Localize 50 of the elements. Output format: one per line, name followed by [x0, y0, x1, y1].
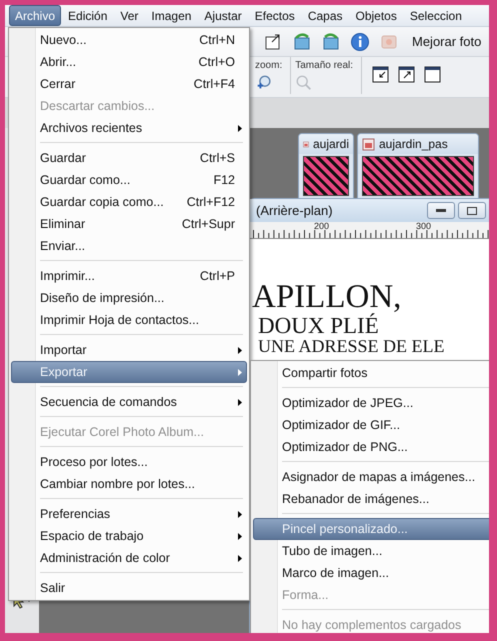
image-window-title: aujardi	[312, 137, 349, 151]
menu-item[interactable]: Espacio de trabajo	[11, 525, 247, 547]
menubar-item[interactable]: Ver	[114, 5, 144, 26]
menubar-item[interactable]: Objetos	[350, 5, 403, 26]
menu-item[interactable]: Guardar Ctrl+S	[11, 147, 247, 169]
actual-size-label: Tamaño real:	[295, 60, 354, 71]
menu-item[interactable]: Rebanador de imágenes...	[253, 488, 489, 510]
menu-item[interactable]: Administración de color	[11, 547, 247, 569]
enhance-photo-label[interactable]: Mejorar foto	[412, 34, 482, 49]
menu-item[interactable]: Abrir... Ctrl+O	[11, 51, 247, 73]
menu-item[interactable]: Imprimir... Ctrl+P	[11, 265, 247, 287]
menubar-item[interactable]: Seleccion	[404, 5, 468, 26]
menubar-item[interactable]: Efectos	[248, 5, 301, 26]
menu-item[interactable]: Tubo de imagen...	[253, 540, 489, 562]
canvas-text: UNE ADRESSE DE ELE	[258, 337, 444, 355]
menubar-item[interactable]: Ajustar	[198, 5, 248, 26]
menu-item[interactable]: Diseño de impresión...	[11, 287, 247, 309]
image-window-title: aujardin_pas	[379, 137, 448, 151]
menu-item[interactable]: Preferencias	[11, 503, 247, 525]
menu-item[interactable]: Cerrar Ctrl+F4	[11, 73, 247, 95]
menu-item[interactable]: Enviar...	[11, 235, 247, 257]
menu-item[interactable]: Imprimir Hoja de contactos...	[11, 309, 247, 331]
menu-item[interactable]: Optimizador de PNG...	[253, 436, 489, 458]
menu-item[interactable]: Optimizador de GIF...	[253, 414, 489, 436]
menu-item[interactable]: Proceso por lotes...	[11, 451, 247, 473]
menu-item[interactable]: Salir	[11, 577, 247, 599]
menu-item[interactable]: Asignador de mapas a imágenes...	[253, 466, 489, 488]
menu-item[interactable]: Marco de imagen...	[253, 562, 489, 584]
menubar-item[interactable]: Edición	[62, 5, 114, 26]
menu-item[interactable]: Compartir fotos	[253, 362, 489, 384]
menu-item[interactable]: Nuevo... Ctrl+N	[11, 29, 247, 51]
ruler-label: 300	[416, 222, 432, 231]
menu-item[interactable]: Importar	[11, 339, 247, 361]
zoom-label: zoom:	[255, 60, 282, 71]
menu-item[interactable]: Archivos recientes	[11, 117, 247, 139]
canvas-text: APILLON,	[252, 281, 402, 314]
menu-item[interactable]: Guardar copia como... Ctrl+F12	[11, 191, 247, 213]
menu-item[interactable]: Optimizador de JPEG...	[253, 392, 489, 414]
image-window[interactable]: aujardin_pas	[357, 133, 479, 199]
menu-item[interactable]: Guardar como... F12	[11, 169, 247, 191]
menubar-item[interactable]: Capas	[302, 5, 348, 26]
menu-item[interactable]: Secuencia de comandos	[11, 391, 247, 413]
menubar-item[interactable]: Imagen	[145, 5, 198, 26]
menu-item[interactable]: Eliminar Ctrl+Supr	[11, 213, 247, 235]
image-window[interactable]: aujardi	[298, 133, 354, 199]
menubar-item[interactable]: Archivo	[9, 5, 62, 26]
canvas-text: DOUX PLIÉ	[258, 314, 379, 337]
menu-item[interactable]: Cambiar nombre por lotes...	[11, 473, 247, 495]
document-title: (Arrière-plan)	[256, 203, 333, 218]
ruler-label: 200	[314, 222, 330, 231]
